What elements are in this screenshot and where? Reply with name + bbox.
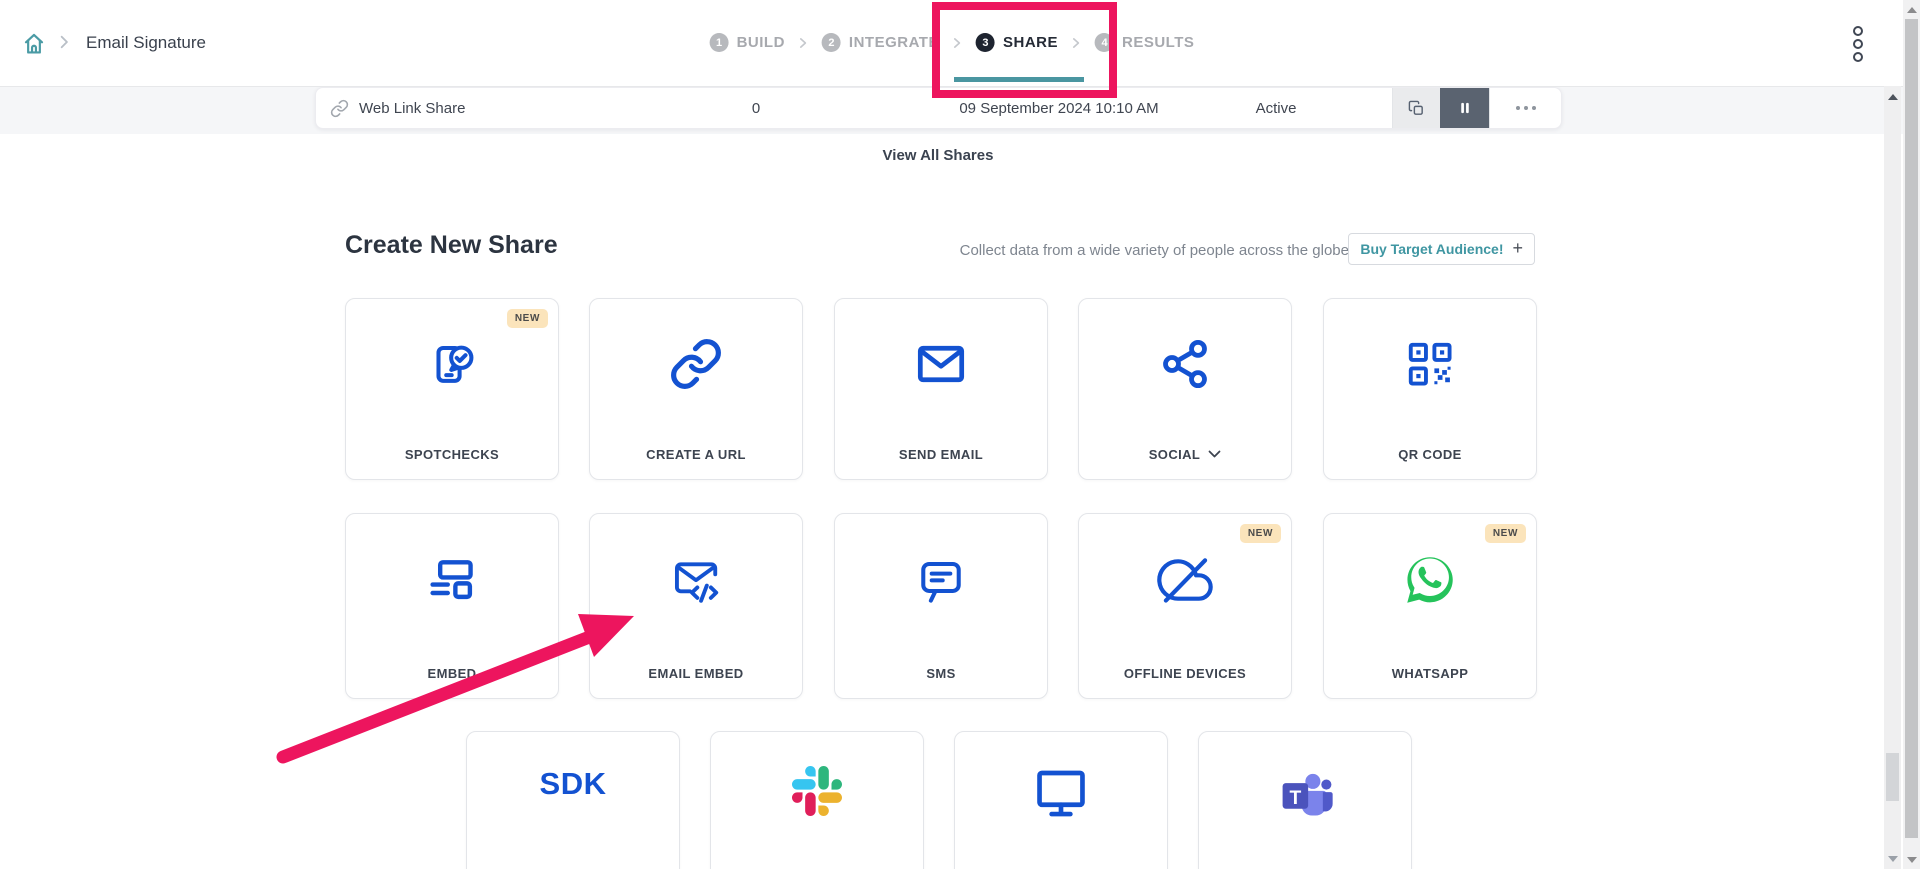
tab-build[interactable]: 1 BUILD <box>710 33 785 52</box>
scroll-up-arrow[interactable] <box>1903 1 1920 18</box>
cloud-off-icon <box>1079 514 1291 646</box>
share-card-whatsapp[interactable]: NEW WHATSAPP <box>1323 513 1537 699</box>
sms-bubble-icon <box>835 514 1047 646</box>
share-card-spotchecks[interactable]: NEW SPOTCHECKS <box>345 298 559 480</box>
scrollbar-thumb[interactable] <box>1886 753 1899 801</box>
share-status: Active <box>1256 88 1297 128</box>
embed-layout-icon <box>346 514 558 646</box>
spotchecks-icon <box>346 299 558 429</box>
step-chevron-icon <box>1071 36 1082 50</box>
kebab-dot <box>1853 26 1863 36</box>
share-card-sdk[interactable]: SDK <box>466 731 680 869</box>
card-label: SOCIAL <box>1149 447 1201 462</box>
share-card-kiosk[interactable] <box>954 731 1168 869</box>
microsoft-teams-icon: T <box>1199 732 1411 869</box>
pause-icon <box>1456 99 1474 117</box>
pause-share-button[interactable] <box>1440 88 1489 128</box>
tab-integrate[interactable]: 2 INTEGRATE <box>822 33 939 52</box>
section-subtitle: Collect data from a wide variety of peop… <box>960 242 1349 259</box>
card-label: OFFLINE DEVICES <box>1079 666 1291 681</box>
home-icon <box>21 31 47 57</box>
share-responses-count: 0 <box>752 88 760 128</box>
share-card-embed[interactable]: EMBED <box>345 513 559 699</box>
link-icon <box>330 88 349 128</box>
browser-scrollbar[interactable] <box>1903 0 1920 869</box>
plus-icon: + <box>1512 239 1523 257</box>
breadcrumb-chevron-icon <box>57 35 71 49</box>
step-number: 3 <box>976 33 995 52</box>
whatsapp-icon <box>1324 514 1536 646</box>
sdk-logo-text: SDK <box>540 766 607 802</box>
buy-button-label: Buy Target Audience! <box>1360 241 1503 257</box>
envelope-icon <box>835 299 1047 429</box>
step-number: 4 <box>1095 33 1114 52</box>
scrollbar-thumb[interactable] <box>1905 19 1918 838</box>
share-card-qr-code[interactable]: QR CODE <box>1323 298 1537 480</box>
tab-results[interactable]: 4 RESULTS <box>1095 33 1194 52</box>
chevron-down-icon <box>1208 450 1221 459</box>
card-label: SEND EMAIL <box>835 447 1047 462</box>
top-navigation-bar: Email Signature 1 BUILD 2 INTEGRATE 3 SH… <box>0 0 1920 87</box>
ellipsis-icon <box>1516 106 1536 110</box>
step-chevron-icon <box>798 36 809 50</box>
share-row-actions <box>1392 88 1561 128</box>
step-label: BUILD <box>737 34 785 51</box>
step-number: 2 <box>822 33 841 52</box>
qr-code-icon <box>1324 299 1536 429</box>
more-options-kebab-button[interactable] <box>1845 24 1871 64</box>
card-label: SMS <box>835 666 1047 681</box>
row-more-options-button[interactable] <box>1489 88 1561 128</box>
kebab-dot <box>1853 39 1863 49</box>
svg-text:T: T <box>1289 788 1301 809</box>
scroll-up-arrow[interactable] <box>1884 88 1901 105</box>
card-label-with-dropdown: SOCIAL <box>1079 447 1291 462</box>
share-card-microsoft-teams[interactable]: T <box>1198 731 1412 869</box>
share-card-slack[interactable] <box>710 731 924 869</box>
breadcrumb[interactable]: Email Signature <box>86 0 206 85</box>
scroll-down-arrow[interactable] <box>1903 851 1920 868</box>
card-label: SPOTCHECKS <box>346 447 558 462</box>
email-code-icon <box>590 514 802 646</box>
share-card-social[interactable]: SOCIAL <box>1078 298 1292 480</box>
step-label: INTEGRATE <box>849 34 939 51</box>
desktop-monitor-icon <box>955 732 1167 869</box>
share-nodes-icon <box>1079 299 1291 429</box>
card-label: QR CODE <box>1324 447 1536 462</box>
scroll-down-arrow[interactable] <box>1884 850 1901 867</box>
share-card-send-email[interactable]: SEND EMAIL <box>834 298 1048 480</box>
share-page: Email Signature 1 BUILD 2 INTEGRATE 3 SH… <box>0 0 1920 869</box>
step-chevron-icon <box>952 36 963 50</box>
view-all-shares-link[interactable]: View All Shares <box>883 147 994 164</box>
card-label: CREATE A URL <box>590 447 802 462</box>
page-title: Create New Share <box>345 231 558 260</box>
share-row-web-link[interactable]: Web Link Share 0 09 September 2024 10:10… <box>315 87 1562 129</box>
wizard-steps: 1 BUILD 2 INTEGRATE 3 SHARE 4 RESULTS <box>710 0 1195 85</box>
step-number: 1 <box>710 33 729 52</box>
link-icon <box>590 299 802 429</box>
step-label: RESULTS <box>1122 34 1194 51</box>
copy-link-button[interactable] <box>1392 88 1440 128</box>
kebab-dot <box>1853 52 1863 62</box>
slack-icon <box>711 732 923 869</box>
card-label: WHATSAPP <box>1324 666 1536 681</box>
share-card-create-a-url[interactable]: CREATE A URL <box>589 298 803 480</box>
step-label: SHARE <box>1003 34 1058 51</box>
share-created-date: 09 September 2024 10:10 AM <box>959 88 1158 128</box>
buy-target-audience-button[interactable]: Buy Target Audience! + <box>1348 233 1535 265</box>
card-label: EMBED <box>346 666 558 681</box>
tab-share[interactable]: 3 SHARE <box>976 33 1058 52</box>
share-card-sms[interactable]: SMS <box>834 513 1048 699</box>
share-name: Web Link Share <box>359 88 465 128</box>
card-label: EMAIL EMBED <box>590 666 802 681</box>
active-step-underline <box>954 77 1084 82</box>
copy-icon <box>1408 100 1425 117</box>
share-card-email-embed[interactable]: EMAIL EMBED <box>589 513 803 699</box>
content-scrollbar[interactable] <box>1884 86 1901 869</box>
share-card-offline-devices[interactable]: NEW OFFLINE DEVICES <box>1078 513 1292 699</box>
sdk-logo: SDK <box>467 732 679 869</box>
home-button[interactable] <box>16 26 52 62</box>
